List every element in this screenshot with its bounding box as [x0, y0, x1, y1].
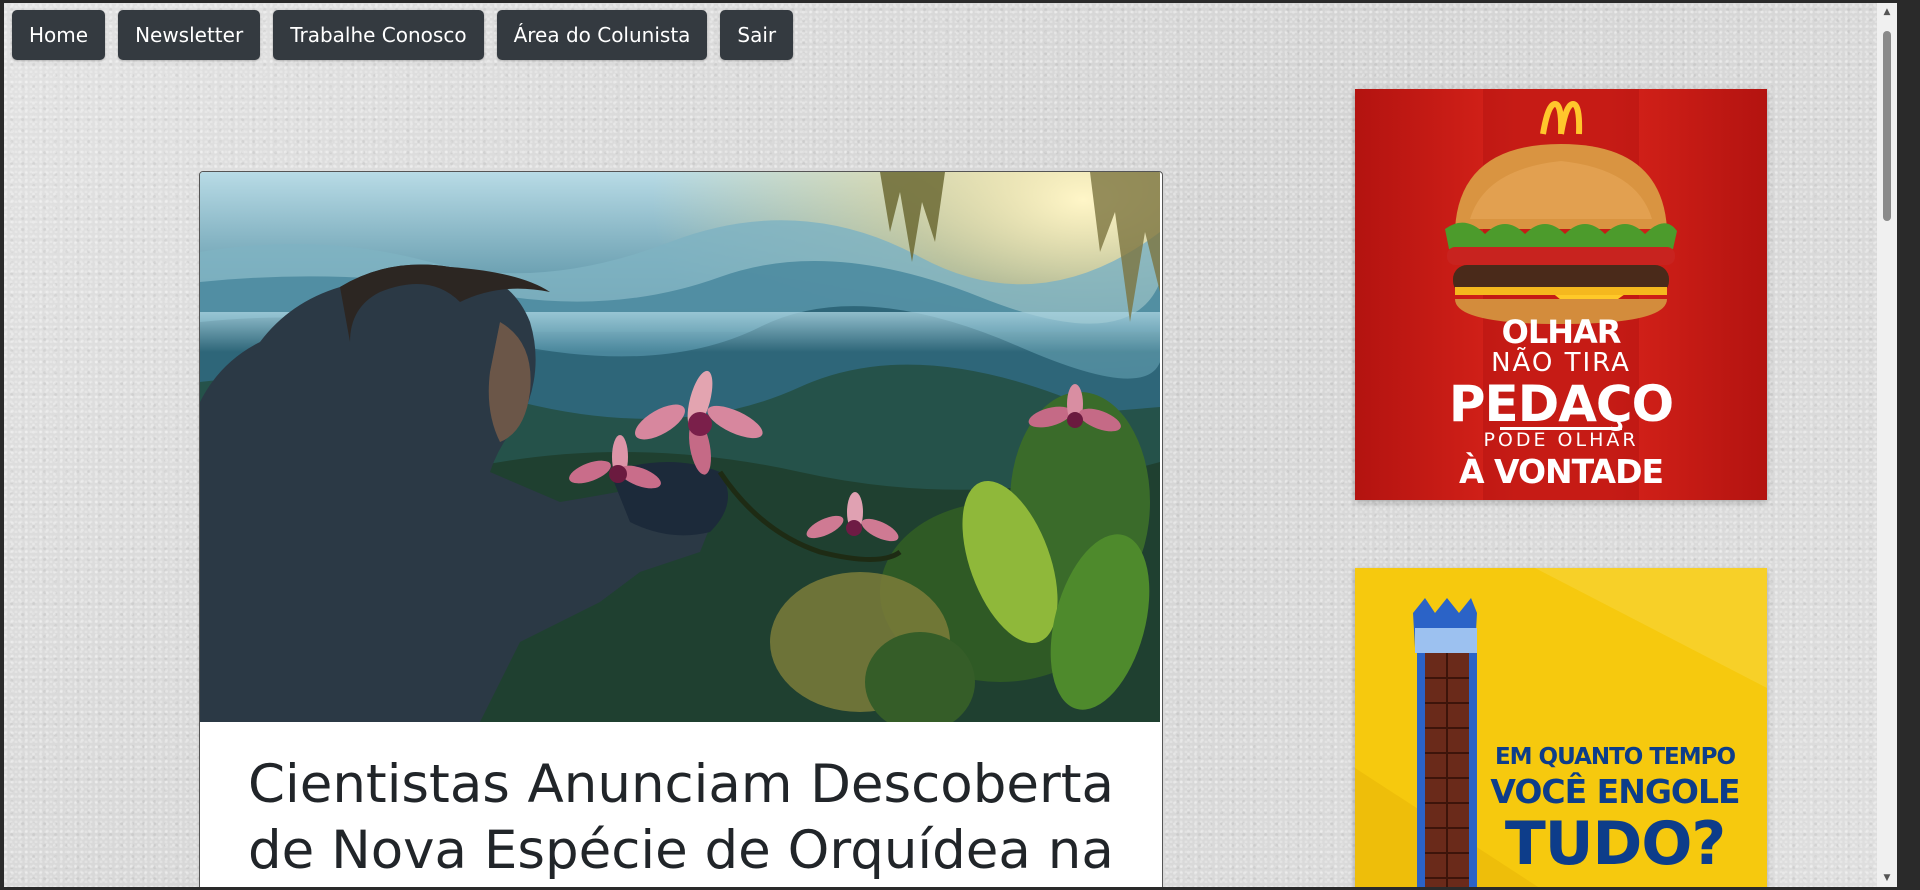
mcd-headline-3: PEDAÇO: [1448, 375, 1674, 433]
scrollbar-thumb[interactable]: [1883, 31, 1891, 221]
nav-columnist-area-button[interactable]: Área do Colunista: [496, 10, 708, 60]
wafer-headline-2: VOCÊ ENGOLE: [1490, 772, 1740, 811]
nav-careers-button[interactable]: Trabalhe Conosco: [273, 10, 484, 60]
mcd-headline-4: PODE OLHAR: [1483, 429, 1639, 451]
nav-home-button[interactable]: Home: [12, 10, 106, 60]
nav-logout-button[interactable]: Sair: [720, 10, 794, 60]
featured-article-card[interactable]: Cientistas Anunciam Descoberta de Nova E…: [199, 171, 1163, 887]
chocolate-wafer-ad-banner[interactable]: EM QUANTO TEMPO VOCÊ ENGOLE TUDO?: [1355, 568, 1767, 887]
browser-viewport: Home Newsletter Trabalhe Conosco Área do…: [4, 3, 1897, 887]
mcd-headline-2: NÃO TIRA: [1491, 348, 1631, 378]
mcd-headline-5: À VONTADE: [1458, 452, 1664, 491]
wafer-headline-3: TUDO?: [1504, 809, 1726, 879]
scroll-up-arrow-icon[interactable]: ▲: [1877, 5, 1897, 19]
article-title[interactable]: Cientistas Anunciam Descoberta de Nova E…: [200, 722, 1162, 884]
orchid-scene-illustration: [200, 172, 1160, 722]
scroll-down-arrow-icon[interactable]: ▼: [1877, 871, 1897, 885]
wafer-headline-1: EM QUANTO TEMPO: [1494, 744, 1736, 770]
article-hero-image[interactable]: [200, 172, 1160, 722]
mcd-headline-1: OLHAR: [1501, 313, 1622, 351]
vertical-scrollbar[interactable]: ▲ ▼: [1877, 3, 1897, 887]
top-navigation: Home Newsletter Trabalhe Conosco Área do…: [12, 10, 794, 60]
nav-newsletter-button[interactable]: Newsletter: [118, 10, 261, 60]
mcdonalds-ad-banner[interactable]: OLHAR NÃO TIRA PEDAÇO PODE OLHAR À VONTA…: [1355, 89, 1767, 500]
